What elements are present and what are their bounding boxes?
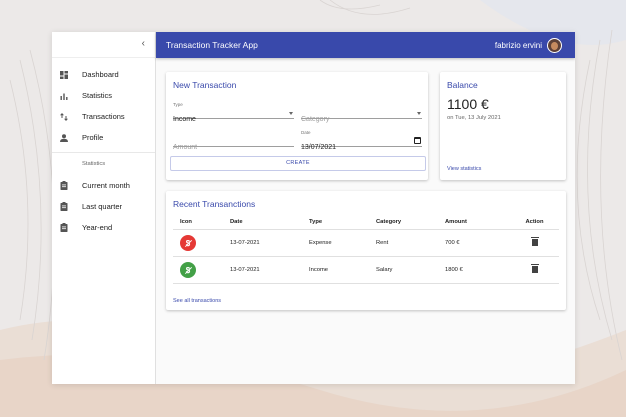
money-off-icon: $ <box>180 235 196 251</box>
assignment-icon <box>59 223 69 233</box>
swap-vert-icon <box>59 112 69 122</box>
balance-card: Balance 1100 € on Tue, 13 July 2021 View… <box>440 72 566 180</box>
column-header: Type <box>309 219 323 225</box>
recent-transactions-title: Recent Transanctions <box>173 199 256 209</box>
user-name[interactable]: fabrizio ervini <box>495 41 542 50</box>
date-label: Date <box>301 130 311 135</box>
assignment-icon <box>59 202 69 212</box>
sidebar-item-dashboard[interactable]: Dashboard <box>52 64 155 85</box>
sidebar-item-label: Current month <box>82 181 130 190</box>
date-input[interactable]: Date 13/07/2021 <box>301 130 422 151</box>
new-transaction-title: New Transaction <box>173 80 237 90</box>
table-cell: Rent <box>376 240 389 246</box>
type-value: Income <box>173 116 196 123</box>
view-statistics-link[interactable]: View statistics <box>447 166 481 172</box>
amount-placeholder: Amount <box>173 144 198 151</box>
table-cell: 13-07-2021 <box>230 240 260 246</box>
arrow-drop-down-icon <box>289 112 293 115</box>
chevron-left-icon[interactable]: ‹ <box>142 39 145 49</box>
sidebar-item-year-end[interactable]: Year-end <box>52 217 155 238</box>
column-header: Category <box>376 219 402 225</box>
table-cell <box>510 237 559 248</box>
amount-input[interactable]: Amount <box>173 136 294 151</box>
calendar-icon[interactable] <box>414 137 421 144</box>
sidebar-item-current-month[interactable]: Current month <box>52 175 155 196</box>
table-header: Icon Date Type Category Amount Action <box>173 215 559 230</box>
column-header: Date <box>230 219 243 225</box>
avatar[interactable] <box>547 37 562 53</box>
sidebar-item-label: Year-end <box>82 223 113 232</box>
sidebar-item-label: Transactions <box>82 112 125 121</box>
bar-chart-icon <box>59 91 69 101</box>
type-label: Type <box>173 102 183 107</box>
sidebar-item-label: Profile <box>82 133 104 142</box>
table-cell: $ <box>173 262 230 278</box>
date-value: 13/07/2021 <box>301 144 337 151</box>
table-cell: Expense <box>309 240 332 246</box>
table-cell: $ <box>173 235 230 251</box>
sidebar: ‹ Dashboard Statistics Transactions Prof… <box>52 32 156 384</box>
sidebar-item-transactions[interactable]: Transactions <box>52 106 155 127</box>
delete-icon[interactable] <box>530 237 539 246</box>
column-header: Amount <box>445 219 467 225</box>
sidebar-item-label: Dashboard <box>82 70 119 79</box>
sidebar-item-label: Last quarter <box>82 202 123 211</box>
category-select[interactable]: Category <box>301 108 422 123</box>
avatar-face <box>551 41 558 50</box>
table-row: $ 13-07-2021 Income Salary 1800 € <box>173 257 559 284</box>
category-placeholder: Category <box>301 116 330 123</box>
create-button[interactable]: CREATE <box>170 156 426 171</box>
delete-icon[interactable] <box>530 264 539 273</box>
table-cell: 1800 € <box>445 267 463 273</box>
arrow-drop-down-icon <box>417 112 421 115</box>
balance-date: on Tue, 13 July 2021 <box>447 115 501 121</box>
person-icon <box>59 133 69 143</box>
table-row: $ 13-07-2021 Expense Rent 700 € <box>173 230 559 257</box>
transactions-table: Icon Date Type Category Amount Action $ … <box>173 215 559 284</box>
sidebar-item-label: Statistics <box>82 91 113 100</box>
sidebar-header: ‹ <box>52 32 155 58</box>
sidebar-subheader: Statistics <box>82 161 106 167</box>
table-cell: 13-07-2021 <box>230 267 260 273</box>
new-transaction-card: New Transaction Type Income Category Amo… <box>166 72 428 180</box>
sidebar-item-profile[interactable]: Profile <box>52 127 155 148</box>
see-all-transactions-link[interactable]: See all transactions <box>173 298 221 304</box>
dashboard-icon <box>59 70 69 80</box>
table-cell: Salary <box>376 267 393 273</box>
table-cell <box>510 264 559 275</box>
sidebar-item-statistics[interactable]: Statistics <box>52 85 155 106</box>
balance-amount: 1100 € <box>447 96 489 112</box>
money-off-icon: $ <box>180 262 196 278</box>
app-title: Transaction Tracker App <box>166 40 258 50</box>
recent-transactions-card: Recent Transanctions Icon Date Type Cate… <box>166 191 566 310</box>
column-header: Icon <box>180 219 192 225</box>
sidebar-nav: Dashboard Statistics Transactions Profil… <box>52 58 155 238</box>
table-cell: 700 € <box>445 240 460 246</box>
column-header: Action <box>525 219 544 225</box>
assignment-icon <box>59 181 69 191</box>
type-select[interactable]: Type Income <box>173 102 294 123</box>
balance-title: Balance <box>447 80 478 90</box>
table-cell: Income <box>309 267 329 273</box>
app-bar: Transaction Tracker App fabrizio ervini <box>156 32 575 58</box>
sidebar-item-last-quarter[interactable]: Last quarter <box>52 196 155 217</box>
